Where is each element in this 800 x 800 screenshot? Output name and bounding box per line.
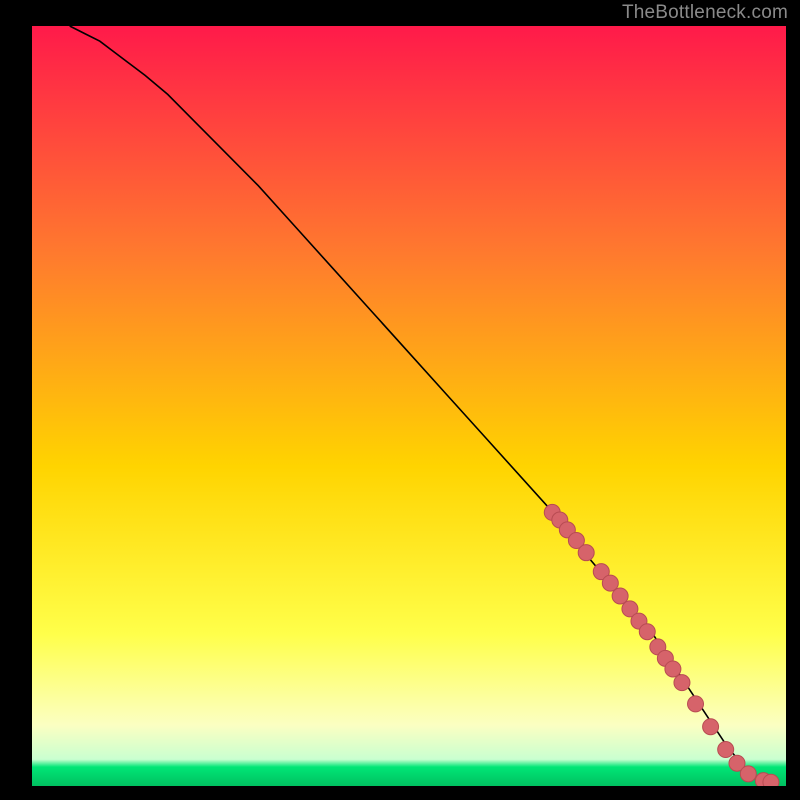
chart-svg (0, 0, 800, 800)
scatter-dot (688, 696, 704, 712)
watermark-text: TheBottleneck.com (622, 2, 788, 24)
scatter-dot (740, 766, 756, 782)
border (0, 786, 800, 800)
scatter-dot (578, 545, 594, 561)
scatter-dot (665, 661, 681, 677)
scatter-dot (639, 624, 655, 640)
scatter-dot (674, 675, 690, 691)
border (786, 0, 800, 800)
border (0, 0, 32, 800)
chart-container: { "watermark": "TheBottleneck.com", "col… (0, 0, 800, 800)
scatter-dot (703, 719, 719, 735)
scatter-dot (718, 742, 734, 758)
